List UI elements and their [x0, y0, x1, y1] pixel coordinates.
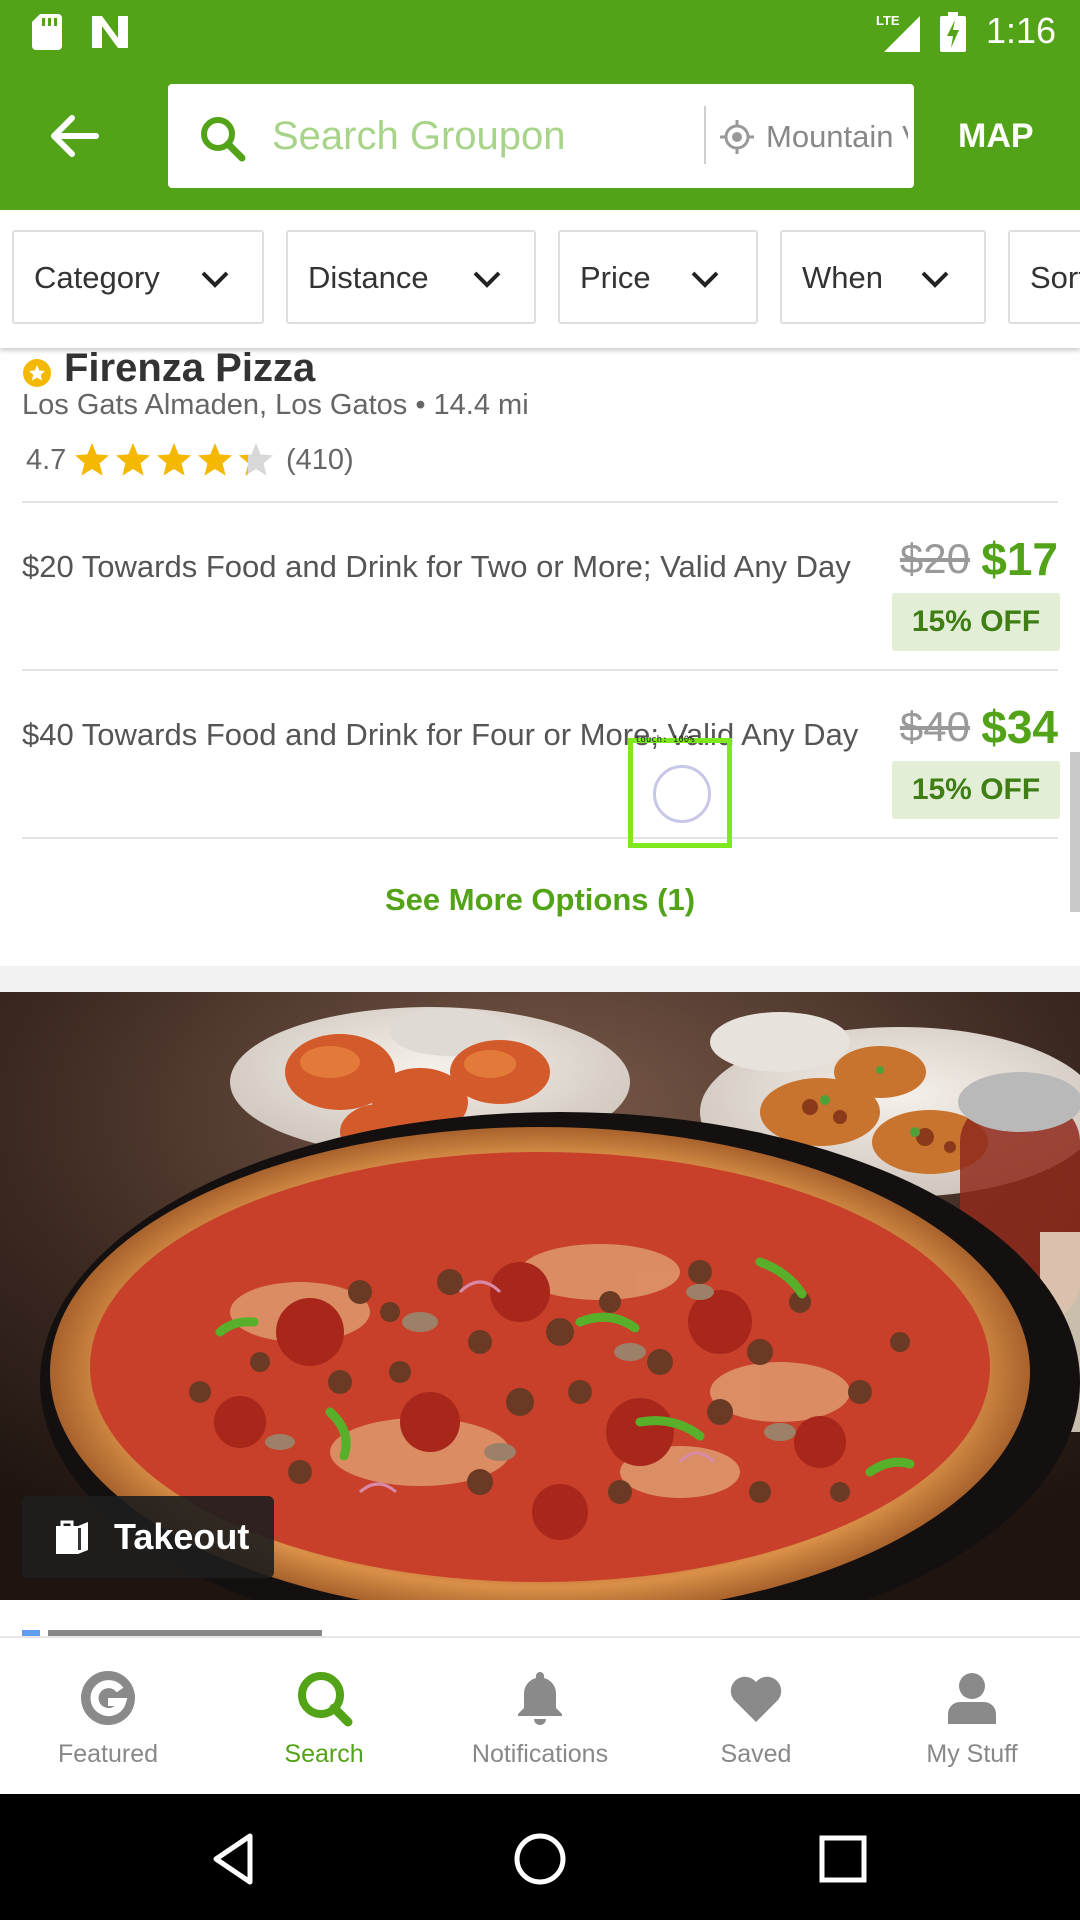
chevron-down-icon — [921, 271, 949, 288]
location-input[interactable]: Mountain View — [766, 114, 908, 160]
nav-label: Featured — [57, 1740, 159, 1768]
star-icon — [75, 443, 109, 476]
takeout-label: Takeout — [114, 1516, 250, 1557]
back-arrow-icon[interactable] — [44, 106, 104, 166]
touch-indicator: touch: 100% — [628, 735, 732, 848]
search-icon — [201, 117, 246, 162]
search-divider — [704, 106, 706, 164]
takeout-bag-icon — [56, 1520, 88, 1554]
filter-price[interactable]: Price — [558, 230, 758, 324]
n-notification-icon — [92, 16, 128, 48]
filter-label: Distance — [308, 260, 429, 295]
nav-featured[interactable]: Featured — [0, 1638, 216, 1794]
divider — [22, 837, 1058, 839]
chevron-down-icon — [691, 271, 719, 288]
home-circle-icon[interactable] — [505, 1824, 575, 1894]
person-icon — [948, 1673, 996, 1724]
deal-option[interactable]: $40 Towards Food and Drink for Four or M… — [0, 671, 1080, 839]
price-block: $20 $17 15% OFF — [880, 531, 1060, 651]
original-price: $40 — [899, 703, 970, 750]
search-input[interactable]: Search Groupon — [272, 108, 712, 164]
status-bar: LTE 1:16 — [0, 0, 1080, 62]
nav-label: Search — [284, 1740, 364, 1768]
sale-price: $34 — [981, 701, 1058, 753]
deal-card[interactable]: Firenza Pizza Los Gats Almaden, Los Gato… — [0, 348, 1080, 966]
system-navigation-bar — [0, 1794, 1080, 1920]
takeout-badge: Takeout — [22, 1496, 274, 1578]
chevron-down-icon — [201, 271, 229, 288]
sale-price: $17 — [981, 533, 1058, 585]
merchant-location: Los Gats Almaden, Los Gatos • 14.4 mi — [22, 389, 529, 421]
nav-label: Saved — [720, 1740, 792, 1768]
search-icon — [298, 1672, 353, 1727]
option-title: $40 Towards Food and Drink for Four or M… — [22, 717, 859, 752]
star-rating — [75, 443, 273, 476]
filter-label: Price — [580, 260, 651, 295]
discount-badge: 15% OFF — [892, 761, 1060, 819]
search-box[interactable]: Search Groupon Mountain View — [168, 84, 914, 188]
price-block: $40 $34 15% OFF — [880, 699, 1060, 819]
location-crosshair-icon — [720, 120, 754, 154]
map-button[interactable]: MAP — [958, 106, 1034, 166]
filter-label: Category — [34, 260, 160, 295]
bottom-navigation: Featured Search Notifications Saved My S… — [0, 1636, 1080, 1794]
filter-label: When — [802, 260, 883, 295]
nav-my-stuff[interactable]: My Stuff — [864, 1638, 1080, 1794]
battery-charging-icon — [940, 12, 966, 52]
scrollbar[interactable] — [1070, 752, 1080, 912]
next-card-peek — [0, 1600, 1080, 1636]
groupon-g-icon — [81, 1671, 135, 1725]
deal-option[interactable]: $20 Towards Food and Drink for Two or Mo… — [0, 503, 1080, 671]
app-bar: Search Groupon Mountain View MAP — [0, 62, 1080, 210]
review-count: (410) — [286, 444, 354, 476]
sd-card-icon — [32, 14, 62, 50]
star-icon — [198, 443, 232, 476]
lte-text: LTE — [876, 13, 900, 28]
card-gap — [0, 966, 1080, 992]
lte-signal-icon: LTE — [876, 13, 920, 52]
chevron-down-icon — [473, 271, 501, 288]
recents-square-icon[interactable] — [808, 1824, 878, 1894]
option-title: $20 Towards Food and Drink for Two or Mo… — [22, 549, 851, 584]
filter-sort[interactable]: Sort — [1008, 230, 1080, 324]
nav-label: My Stuff — [926, 1740, 1018, 1768]
nav-search[interactable]: Search — [216, 1638, 432, 1794]
featured-badge-icon — [23, 359, 51, 387]
nav-saved[interactable]: Saved — [648, 1638, 864, 1794]
bell-icon — [518, 1672, 562, 1725]
filter-distance[interactable]: Distance — [286, 230, 536, 324]
filter-when[interactable]: When — [780, 230, 986, 324]
nav-label: Notifications — [471, 1740, 609, 1768]
original-price: $20 — [899, 535, 970, 582]
see-more-options-link[interactable]: See More Options (1) — [0, 876, 1080, 924]
star-icon — [157, 443, 191, 476]
clock: 1:16 — [986, 10, 1057, 51]
back-triangle-icon[interactable] — [200, 1824, 270, 1894]
star-icon — [116, 443, 150, 476]
filter-bar: Category Distance Price When Sort — [0, 210, 1080, 348]
filter-label: Sort — [1030, 260, 1080, 295]
filter-category[interactable]: Category — [12, 230, 264, 324]
heart-icon — [730, 1676, 782, 1722]
touch-point-icon — [653, 765, 711, 823]
nav-notifications[interactable]: Notifications — [432, 1638, 648, 1794]
rating-value: 4.7 — [26, 444, 67, 476]
discount-badge: 15% OFF — [892, 593, 1060, 651]
touch-label: touch: 100% — [635, 735, 695, 745]
